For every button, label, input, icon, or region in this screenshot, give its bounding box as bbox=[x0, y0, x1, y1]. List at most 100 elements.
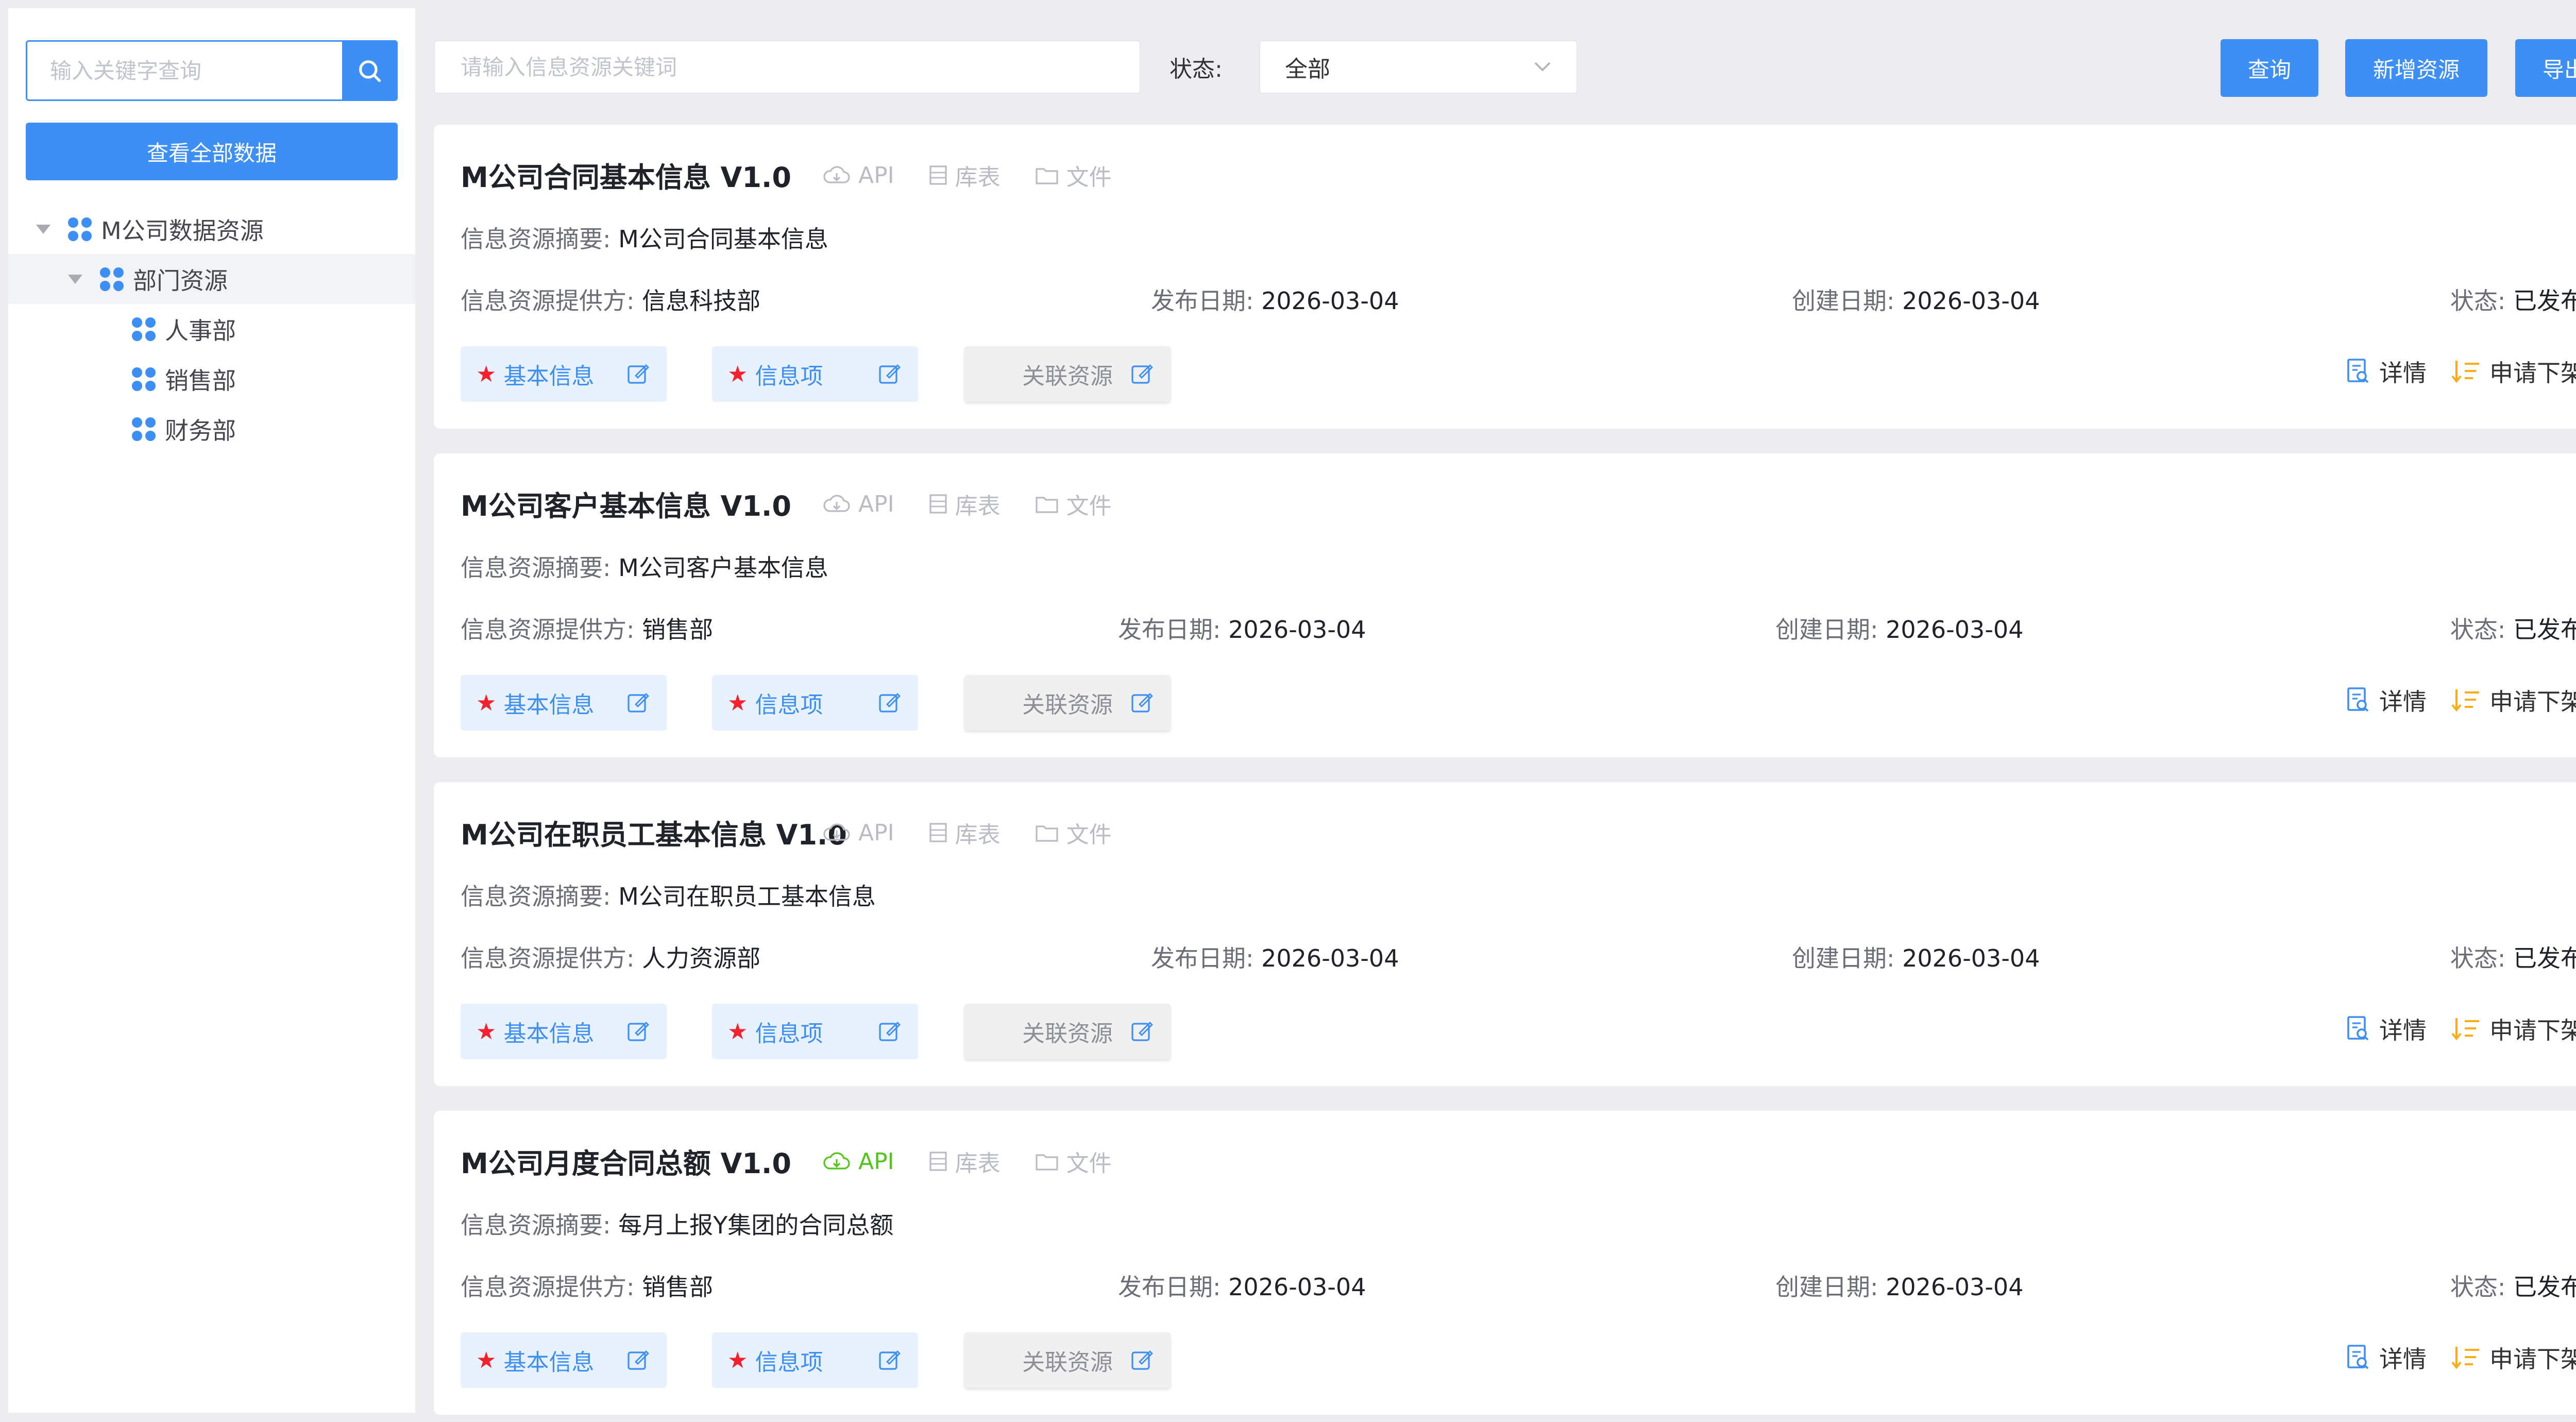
sort-down-icon bbox=[2451, 689, 2479, 712]
folder-icon bbox=[1036, 1154, 1058, 1171]
file-tag-label: 文件 bbox=[1066, 493, 1112, 519]
related-resources-button[interactable]: 关联资源 bbox=[964, 1004, 1171, 1059]
api-tag: API bbox=[822, 1145, 894, 1178]
detail-label: 详情 bbox=[2379, 1345, 2427, 1373]
create-date-label: 创建日期: bbox=[1775, 616, 1878, 644]
api-tag: API bbox=[822, 487, 894, 520]
folder-icon bbox=[1036, 168, 1058, 184]
table-tag: 库表 bbox=[928, 816, 1001, 849]
related-resources-label: 关联资源 bbox=[1022, 1021, 1113, 1047]
api-tag-label: API bbox=[858, 490, 894, 517]
table-tag: 库表 bbox=[928, 159, 1001, 192]
summary-value: M公司在职员工基本信息 bbox=[618, 883, 876, 910]
table-tag: 库表 bbox=[928, 1145, 1001, 1178]
provider-row: 信息资源提供方: 人力资源部 bbox=[461, 940, 760, 974]
publish-date-label: 发布日期: bbox=[1151, 944, 1254, 972]
provider-value: 销售部 bbox=[642, 1273, 714, 1301]
status-row: 状态: 已发布 bbox=[2450, 611, 2576, 645]
request-delist-label: 申请下架 bbox=[2489, 688, 2576, 716]
status-label: 状态: bbox=[2450, 616, 2506, 644]
query-button[interactable]: 查询 bbox=[2221, 39, 2318, 97]
publish-date-row: 发布日期: 2026-03-04 bbox=[1118, 611, 1366, 645]
tree-node-company[interactable]: M公司数据资源 bbox=[8, 204, 415, 254]
sort-down-icon bbox=[2451, 1347, 2479, 1369]
status-select[interactable]: 全部 bbox=[1259, 40, 1578, 94]
request-delist-button[interactable]: 申请下架 bbox=[2450, 683, 2576, 717]
detail-button[interactable]: 详情 bbox=[2345, 1012, 2427, 1046]
table-tag-label: 库表 bbox=[955, 822, 1001, 848]
tree-node-finance[interactable]: 财务部 bbox=[8, 404, 415, 454]
status-value: 已发布 bbox=[2513, 287, 2576, 315]
info-items-label: 信息项 bbox=[755, 692, 823, 718]
tree-node-label: M公司数据资源 bbox=[101, 216, 264, 245]
cloud-icon bbox=[823, 1152, 850, 1170]
tree-node-label: 销售部 bbox=[165, 366, 236, 395]
apps-icon bbox=[132, 367, 156, 391]
tree-node-label: 人事部 bbox=[165, 316, 236, 345]
detail-label: 详情 bbox=[2379, 688, 2427, 716]
detail-button[interactable]: 详情 bbox=[2345, 354, 2427, 388]
caret-down-icon[interactable] bbox=[36, 224, 50, 234]
resource-search-input[interactable] bbox=[435, 41, 1140, 93]
summary-label: 信息资源摘要: bbox=[461, 1211, 611, 1239]
basic-info-button[interactable]: ★ 基本信息 bbox=[461, 1332, 667, 1388]
api-tag: API bbox=[822, 816, 894, 849]
summary-value: 每月上报Y集团的合同总额 bbox=[618, 1211, 894, 1239]
resource-tree: M公司数据资源 部门资源 人事部 销售部 财务部 bbox=[8, 204, 415, 454]
summary-value: M公司客户基本信息 bbox=[618, 554, 828, 582]
add-resource-button[interactable]: 新增资源 bbox=[2345, 39, 2487, 97]
status-row: 状态: 已发布 bbox=[2450, 940, 2576, 974]
summary-row: 信息资源摘要: M公司客户基本信息 bbox=[461, 549, 828, 583]
request-delist-button[interactable]: 申请下架 bbox=[2450, 354, 2576, 388]
create-date-value: 2026-03-04 bbox=[1886, 616, 2024, 644]
export-button[interactable]: 导出 bbox=[2515, 39, 2576, 97]
document-search-icon bbox=[2347, 687, 2369, 712]
related-resources-button[interactable]: 关联资源 bbox=[964, 1332, 1171, 1388]
detail-button[interactable]: 详情 bbox=[2345, 1341, 2427, 1375]
status-filter-label: 状态: bbox=[1170, 56, 1223, 82]
resource-card: M公司月度合同总额 V1.0 API 库表 文件 信息资源摘要: 每月上报Y集团… bbox=[434, 1111, 2576, 1415]
related-resources-button[interactable]: 关联资源 bbox=[964, 346, 1171, 402]
info-items-button[interactable]: ★ 信息项 bbox=[712, 1332, 918, 1388]
edit-icon bbox=[1131, 364, 1153, 384]
table-tag-label: 库表 bbox=[955, 164, 1001, 191]
required-star-icon: ★ bbox=[476, 1018, 497, 1045]
tree-node-dept-resources[interactable]: 部门资源 bbox=[8, 254, 415, 304]
detail-button[interactable]: 详情 bbox=[2345, 683, 2427, 717]
basic-info-button[interactable]: ★ 基本信息 bbox=[461, 346, 667, 402]
sidebar-search-input[interactable] bbox=[27, 42, 342, 99]
basic-info-label: 基本信息 bbox=[503, 1021, 595, 1047]
basic-info-button[interactable]: ★ 基本信息 bbox=[461, 675, 667, 731]
apps-icon bbox=[132, 417, 156, 441]
info-items-button[interactable]: ★ 信息项 bbox=[712, 346, 918, 402]
caret-down-icon[interactable] bbox=[68, 274, 82, 284]
publish-date-label: 发布日期: bbox=[1118, 616, 1221, 644]
tree-node-sales[interactable]: 销售部 bbox=[8, 354, 415, 404]
info-items-button[interactable]: ★ 信息项 bbox=[712, 1004, 918, 1059]
publish-date-value: 2026-03-04 bbox=[1261, 944, 1399, 972]
sidebar-search-button[interactable] bbox=[342, 42, 396, 99]
required-star-icon: ★ bbox=[727, 1347, 748, 1374]
status-label: 状态: bbox=[2450, 1273, 2506, 1301]
provider-label: 信息资源提供方: bbox=[461, 616, 635, 644]
info-items-button[interactable]: ★ 信息项 bbox=[712, 675, 918, 731]
tree-node-hr[interactable]: 人事部 bbox=[8, 304, 415, 354]
tree-node-label: 部门资源 bbox=[133, 266, 228, 295]
request-delist-button[interactable]: 申请下架 bbox=[2450, 1012, 2576, 1046]
status-row: 状态: 已发布 bbox=[2450, 1268, 2576, 1302]
tree-node-label: 财务部 bbox=[165, 416, 236, 445]
provider-value: 人力资源部 bbox=[642, 944, 761, 972]
sidebar-search bbox=[26, 40, 398, 101]
provider-row: 信息资源提供方: 信息科技部 bbox=[461, 282, 760, 316]
folder-icon bbox=[1036, 497, 1058, 513]
related-resources-button[interactable]: 关联资源 bbox=[964, 675, 1171, 731]
folder-icon bbox=[1036, 825, 1058, 842]
info-items-label: 信息项 bbox=[755, 1021, 823, 1047]
search-icon bbox=[359, 60, 381, 82]
publish-date-value: 2026-03-04 bbox=[1261, 287, 1399, 315]
document-search-icon bbox=[2347, 1345, 2369, 1369]
create-date-value: 2026-03-04 bbox=[1886, 1273, 2024, 1301]
view-all-button[interactable]: 查看全部数据 bbox=[26, 123, 398, 180]
request-delist-button[interactable]: 申请下架 bbox=[2450, 1341, 2576, 1375]
basic-info-button[interactable]: ★ 基本信息 bbox=[461, 1004, 667, 1059]
